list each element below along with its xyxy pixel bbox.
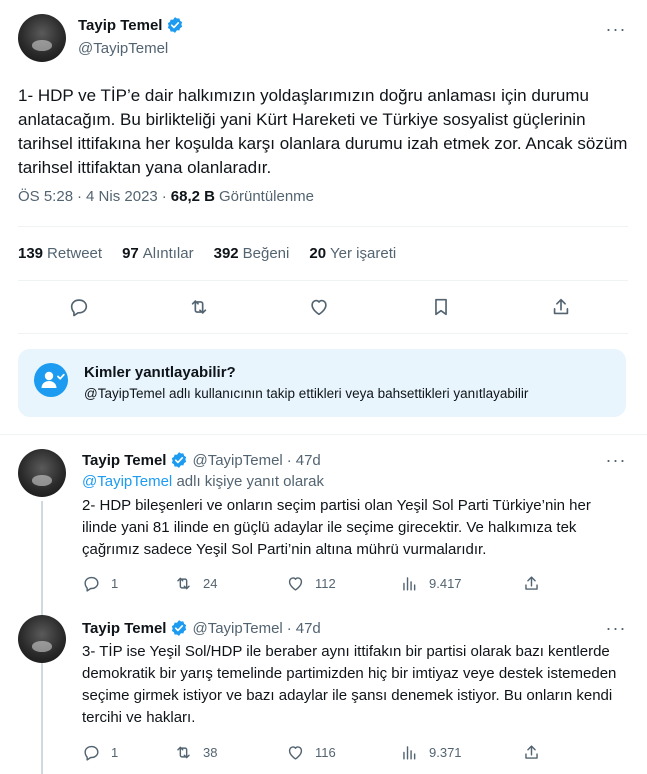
share-icon (525, 744, 538, 759)
share-icon (525, 575, 538, 590)
views-count: 9.417 (429, 575, 462, 591)
reply-count: 1 (111, 744, 119, 760)
quotes-stat[interactable]: 97 Alıntılar (122, 245, 194, 262)
action-bar (0, 290, 647, 330)
like-count: 112 (315, 575, 336, 591)
tweet-time[interactable]: ÖS 5:28 (18, 188, 73, 205)
reply-count: 1 (111, 575, 119, 591)
verified-badge-icon (172, 452, 187, 468)
author-handle[interactable]: @TayipTemel (192, 620, 282, 637)
retweet-icon (177, 746, 190, 758)
divider (18, 226, 628, 227)
bookmarks-stat[interactable]: 20 Yer işareti (309, 245, 396, 262)
meta-separator: · (77, 188, 83, 205)
reply-button[interactable]: 1 (82, 740, 174, 764)
share-button[interactable] (522, 740, 541, 764)
verified-badge-icon (168, 17, 183, 33)
reply-restriction-title: Kimler yanıtlayabilir? (84, 364, 236, 381)
replying-suffix: adlı kişiye yanıt olarak (176, 473, 325, 490)
views-count: 68,2 B (170, 188, 215, 205)
tweet-date[interactable]: 4 Nis 2023 (86, 188, 158, 205)
retweet-button[interactable]: 24 (174, 571, 286, 595)
avatar[interactable] (18, 14, 66, 62)
retweet-count: 24 (203, 575, 218, 591)
like-icon[interactable] (308, 296, 334, 322)
bookmark-icon[interactable] (430, 296, 456, 322)
author-display-name[interactable]: Tayip Temel (82, 452, 166, 469)
divider (18, 280, 628, 281)
reply-action-bar: 1 38 116 9.371 (82, 740, 541, 764)
author-name-row: Tayip Temel @TayipTemel · 47d (82, 451, 321, 469)
tweet-text: 2- HDP bileşenleri ve onların seçim part… (82, 497, 591, 558)
retweets-stat[interactable]: 139 Retweet (18, 245, 102, 262)
divider (18, 333, 628, 334)
views-button[interactable]: 9.371 (400, 740, 522, 764)
reply-button[interactable]: 1 (82, 571, 174, 595)
tweet-meta: ÖS 5:28 · 4 Nis 2023 · 68,2 B Görüntülen… (18, 188, 314, 205)
reply-icon[interactable] (68, 296, 94, 322)
tweet-stats: 139 Retweet 97 Alıntılar 392 Beğeni 20 Yer i… (18, 245, 396, 262)
tweet-time[interactable]: 47d (296, 620, 321, 637)
reply-restriction-box[interactable]: Kimler yanıtlayabilir? @TayipTemel adlı … (18, 349, 626, 417)
divider (0, 434, 647, 435)
views-icon (403, 745, 416, 760)
views-label: Görüntülenme (218, 188, 315, 205)
replying-mention[interactable]: @TayipTemel (82, 473, 172, 490)
people-icon (34, 363, 68, 397)
author-handle[interactable]: @TayipTemel (78, 40, 168, 57)
reply-icon (84, 745, 99, 761)
retweet-icon[interactable] (188, 296, 214, 322)
author-display-name[interactable]: Tayip Temel (78, 17, 162, 34)
views-count: 9.371 (429, 744, 462, 760)
like-icon (288, 745, 303, 760)
tweet-text: 3- TİP ise Yeşil Sol/HDP ile beraber ayn… (82, 643, 617, 726)
time-separator: · (286, 451, 292, 469)
reply-icon (84, 576, 99, 592)
author-name-row: Tayip Temel (78, 16, 184, 34)
like-count: 116 (315, 744, 336, 760)
share-button[interactable] (522, 571, 541, 595)
retweet-button[interactable]: 38 (174, 740, 286, 764)
avatar[interactable] (18, 449, 66, 497)
likes-stat[interactable]: 392 Beğeni (214, 245, 290, 262)
author-handle[interactable]: @TayipTemel (192, 452, 282, 469)
verified-badge-icon (172, 620, 187, 636)
more-options-icon[interactable]: ··· (601, 451, 631, 473)
meta-separator: · (161, 188, 167, 205)
retweet-icon (177, 577, 190, 589)
reply-action-bar: 1 24 112 9.417 (82, 571, 541, 595)
author-display-name[interactable]: Tayip Temel (82, 620, 166, 637)
like-button[interactable]: 112 (286, 571, 400, 595)
reply-restriction-subtitle: @TayipTemel adlı kullanıcının takip etti… (84, 386, 529, 401)
tweet-time[interactable]: 47d (296, 452, 321, 469)
avatar[interactable] (18, 615, 66, 663)
like-icon (288, 576, 303, 591)
share-icon[interactable] (550, 296, 576, 322)
author-name-row: Tayip Temel @TayipTemel · 47d (82, 619, 321, 637)
replying-to: @TayipTemel adlı kişiye yanıt olarak (82, 473, 324, 490)
more-options-icon[interactable]: ··· (601, 20, 631, 42)
tweet-text: 1- HDP ve TİP’e dair halkımızın yoldaşla… (18, 86, 628, 177)
time-separator: · (286, 619, 292, 637)
views-button[interactable]: 9.417 (400, 571, 522, 595)
retweet-count: 38 (203, 744, 218, 760)
thread-line (41, 667, 43, 774)
more-options-icon[interactable]: ··· (601, 619, 631, 641)
like-button[interactable]: 116 (286, 740, 400, 764)
views-icon (403, 576, 416, 591)
